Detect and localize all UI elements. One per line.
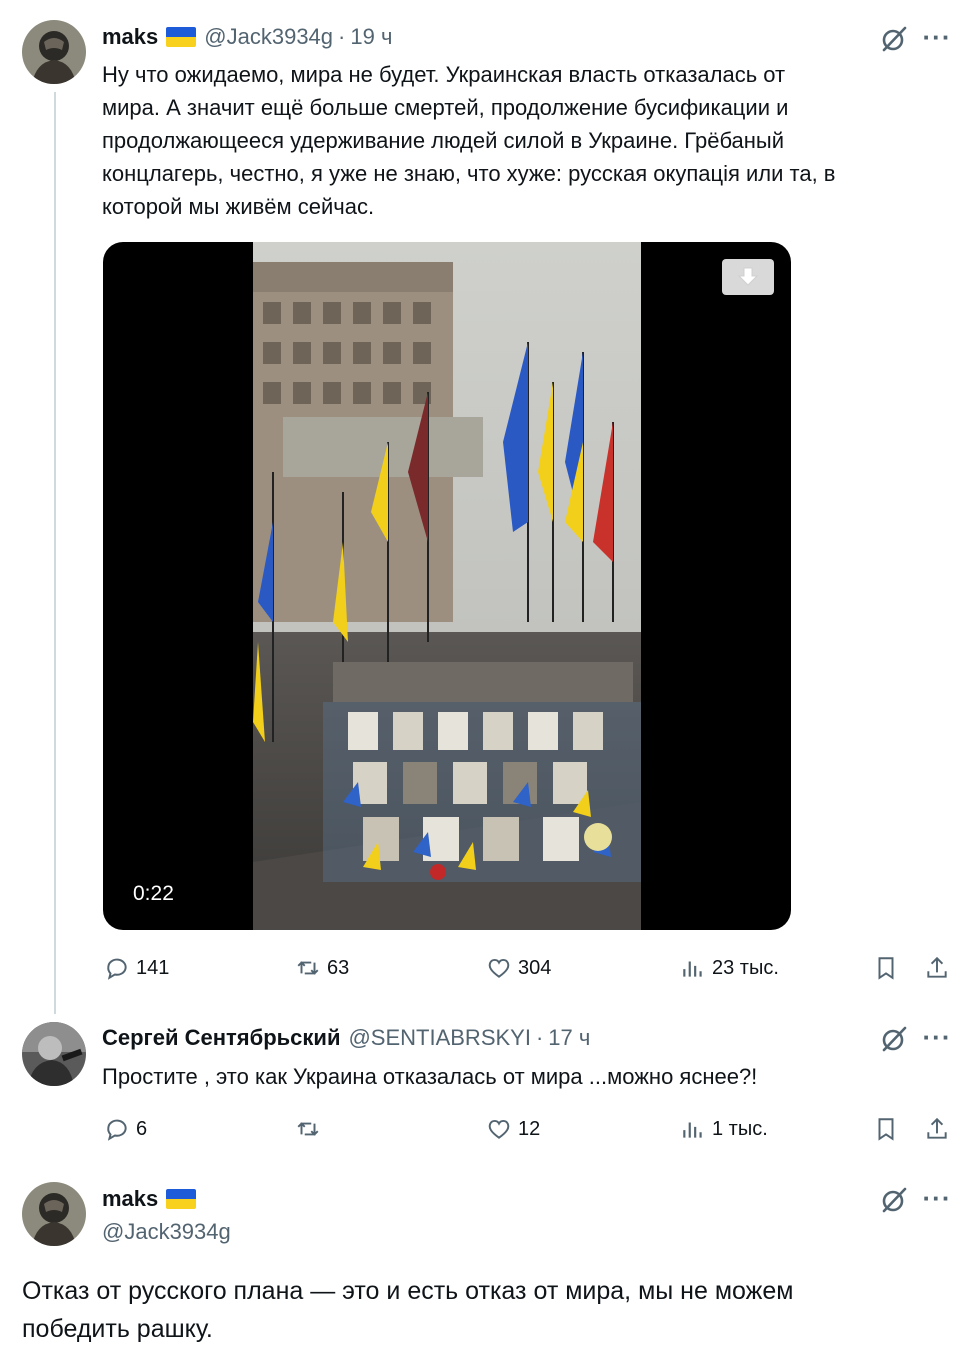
repost-button[interactable] xyxy=(295,1116,327,1142)
bookmark-button[interactable] xyxy=(873,955,899,981)
user-handle[interactable]: @Jack3934g xyxy=(102,1219,231,1245)
tweet-subheader: @Jack3934g xyxy=(102,1219,231,1245)
separator-dot: · xyxy=(338,24,346,49)
tweet-header: maks @Jack3934g · 19 ч xyxy=(102,24,392,50)
more-options-icon[interactable]: ··· xyxy=(920,22,954,52)
user-handle[interactable]: @SENTIABRSKYI xyxy=(348,1025,531,1051)
heart-icon xyxy=(488,958,510,978)
thread-connector-line xyxy=(54,92,56,1014)
tweet-text-line: мира. А значит ещё больше смертей, продо… xyxy=(102,95,789,120)
bookmark-icon xyxy=(878,957,894,980)
tweet-text-line: Ну что ожидаемо, мира не будет. Украинск… xyxy=(102,62,786,87)
timestamp[interactable]: 19 ч xyxy=(350,24,392,50)
ukraine-flag-icon xyxy=(166,1189,197,1209)
avatar[interactable] xyxy=(22,1182,86,1246)
reply-count: 141 xyxy=(136,956,170,979)
views-count: 23 тыс. xyxy=(712,956,779,979)
share-button[interactable] xyxy=(924,955,950,981)
share-icon xyxy=(927,1117,947,1139)
like-count: 12 xyxy=(518,1117,541,1140)
user-handle[interactable]: @Jack3934g xyxy=(204,24,333,50)
avatar[interactable] xyxy=(22,20,86,84)
download-icon[interactable] xyxy=(722,259,774,295)
avatar-image xyxy=(22,20,86,84)
tweet-text-line: концлагерь, честно, я уже не знаю, что х… xyxy=(102,161,836,186)
repost-count: 63 xyxy=(327,956,350,979)
grok-icon[interactable] xyxy=(877,1183,911,1217)
grok-icon[interactable] xyxy=(877,22,911,56)
more-options-icon[interactable]: ··· xyxy=(920,1183,954,1213)
tweet-text: Отказ от русского плана — это и есть отк… xyxy=(22,1272,952,1348)
tweet-text-line: которой мы живём сейчас. xyxy=(102,194,375,219)
views-icon xyxy=(683,1122,702,1138)
ukraine-flag-icon xyxy=(166,27,197,47)
like-count: 304 xyxy=(518,956,552,979)
display-name[interactable]: Сергей Сентябрьский xyxy=(102,1025,340,1051)
reply-icon xyxy=(107,958,127,980)
like-button[interactable]: 304 xyxy=(486,955,551,981)
display-name[interactable]: maks xyxy=(102,1186,158,1212)
repost-button[interactable]: 63 xyxy=(295,955,349,981)
avatar-image xyxy=(22,1022,86,1086)
reply-count: 6 xyxy=(136,1117,148,1140)
reply-icon xyxy=(107,1119,127,1141)
tweet-text: Ну что ожидаемо, мира не будет. Украинск… xyxy=(102,58,962,223)
timestamp[interactable]: 17 ч xyxy=(548,1025,590,1051)
video-player[interactable]: 0:22 xyxy=(103,242,791,930)
tweet-text-line: Отказ от русского плана — это и есть отк… xyxy=(22,1277,794,1305)
repost-icon xyxy=(297,1122,319,1136)
separator-dot: · xyxy=(535,1025,544,1050)
tweet-text-line: продолжающееся удерживание людей силой в… xyxy=(102,128,785,153)
repost-icon xyxy=(297,961,319,975)
tweet-text-line: победить рашку. xyxy=(22,1315,213,1343)
views-icon xyxy=(683,961,702,977)
video-frame xyxy=(253,242,641,930)
views-count: 1 тыс. xyxy=(712,1117,768,1140)
avatar[interactable] xyxy=(22,1022,86,1086)
tweet-header: Сергей Сентябрьский @SENTIABRSKYI · 17 ч xyxy=(102,1025,590,1051)
display-name[interactable]: maks xyxy=(102,24,158,50)
heart-icon xyxy=(488,1119,510,1139)
bookmark-icon xyxy=(878,1118,894,1141)
views-button[interactable]: 23 тыс. xyxy=(680,955,779,981)
more-options-icon[interactable]: ··· xyxy=(920,1022,954,1052)
grok-icon[interactable] xyxy=(877,1022,911,1056)
share-button[interactable] xyxy=(924,1116,950,1142)
reply-button[interactable]: 141 xyxy=(104,955,169,981)
views-button[interactable]: 1 тыс. xyxy=(680,1116,768,1142)
tweet-text: Простите , это как Украина отказалась от… xyxy=(102,1064,758,1089)
share-icon xyxy=(927,956,947,978)
video-duration: 0:22 xyxy=(133,882,174,905)
reply-button[interactable]: 6 xyxy=(104,1116,147,1142)
like-button[interactable]: 12 xyxy=(486,1116,540,1142)
tweet-header: maks xyxy=(102,1186,204,1212)
bookmark-button[interactable] xyxy=(873,1116,899,1142)
avatar-image xyxy=(22,1182,86,1246)
